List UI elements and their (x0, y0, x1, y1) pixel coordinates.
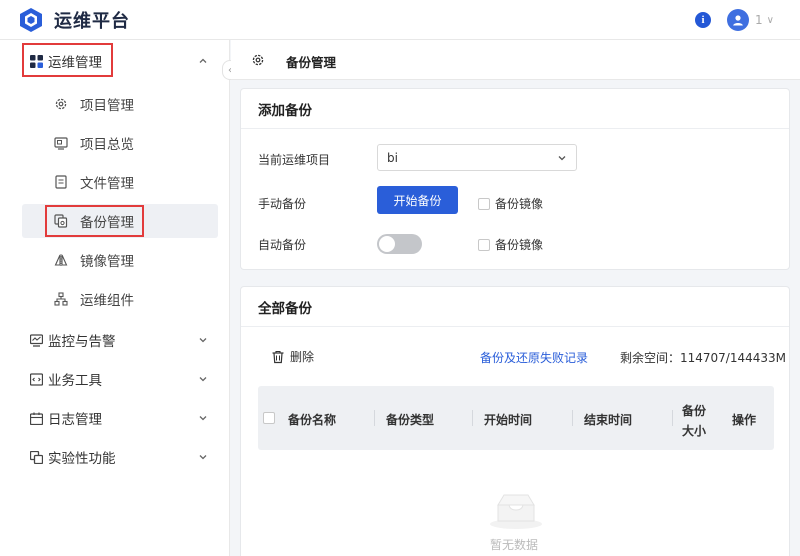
column-header: 备份名称 (287, 413, 336, 427)
chevron-down-icon[interactable] (198, 413, 208, 423)
auto-backup-switch[interactable] (377, 234, 422, 254)
sidebar-item-label: 项目总览 (80, 137, 134, 153)
project-select-value: bi (387, 151, 398, 165)
table-header: 备份名称 备份类型 开始时间 结束时间 备份大小 操作 (258, 386, 774, 450)
menu-group-label: 实验性功能 (48, 451, 116, 467)
sidebar-item-label: 文件管理 (80, 176, 134, 192)
column-header: 备份大小 (681, 404, 706, 438)
add-backup-card: 添加备份 当前运维项目 bi 手动备份 开始备份 备份镜像 自动备份 备份镜像 (240, 88, 790, 270)
layers-icon (30, 450, 43, 464)
empty-state-text: 暂无数据 (490, 538, 539, 552)
select-all-checkbox[interactable] (263, 412, 275, 424)
sidebar-item-project-management[interactable]: 项目管理 (22, 87, 218, 121)
chevron-down-icon[interactable] (198, 335, 208, 345)
user-icon (733, 15, 743, 26)
checkbox[interactable] (478, 197, 490, 210)
manual-backup-label: 手动备份 (258, 197, 307, 211)
switch-knob (379, 236, 395, 252)
sidebar-item-label: 镜像管理 (80, 254, 134, 270)
user-menu-chevron-icon[interactable]: ∨ (767, 15, 774, 26)
empty-box-icon (490, 494, 542, 529)
gear-icon (55, 98, 67, 110)
chevron-down-icon (558, 156, 566, 161)
project-select[interactable]: bi (377, 144, 577, 171)
column-header: 备份类型 (385, 413, 434, 427)
card-title: 添加备份 (241, 89, 789, 129)
menu-group-log-management[interactable]: 日志管理 (0, 399, 230, 437)
chevron-down-icon[interactable] (198, 452, 208, 462)
sidebar-item-file-management[interactable]: 文件管理 (22, 165, 218, 199)
hierarchy-icon (54, 292, 68, 306)
highlight-box (45, 205, 144, 237)
chevron-down-icon[interactable] (198, 374, 208, 384)
remaining-space: 剩余空间：114707/144433M (620, 351, 787, 365)
sidebar-item-mirror-management[interactable]: 镜像管理 (22, 243, 218, 277)
calendar-icon (30, 412, 43, 425)
start-backup-button[interactable]: 开始备份 (377, 186, 458, 214)
info-icon[interactable]: i (695, 12, 712, 28)
menu-group-label: 监控与告警 (48, 334, 116, 350)
checkbox[interactable] (478, 238, 490, 251)
menu-group-label: 日志管理 (48, 412, 102, 428)
monitor-icon (30, 333, 43, 347)
menu-group-experimental[interactable]: 实验性功能 (0, 438, 230, 476)
all-backups-card: 全部备份 删除 备份及还原失败记录 剩余空间：114707/144433M 备份… (240, 286, 790, 556)
backup-image-checkbox-manual[interactable]: 备份镜像 (478, 195, 543, 212)
checkbox-label: 备份镜像 (495, 238, 544, 252)
delete-label: 删除 (290, 350, 315, 364)
user-name[interactable]: 1 (755, 13, 763, 27)
top-bar: 运维平台 i 1 ∨ (0, 0, 800, 40)
highlight-box (22, 43, 113, 77)
menu-group-monitoring-alerts[interactable]: 监控与告警 (0, 321, 230, 359)
column-header: 开始时间 (483, 413, 532, 427)
gear-icon (252, 54, 264, 66)
failure-records-link[interactable]: 备份及还原失败记录 (480, 349, 588, 366)
backup-image-checkbox-auto[interactable]: 备份镜像 (478, 236, 543, 253)
code-window-icon (30, 372, 43, 386)
user-avatar[interactable] (727, 9, 750, 31)
auto-backup-label: 自动备份 (258, 238, 307, 252)
page-title: 备份管理 (286, 55, 337, 70)
trash-icon (272, 350, 284, 363)
card-title: 全部备份 (241, 287, 789, 327)
sidebar-item-label: 运维组件 (80, 293, 134, 309)
column-header: 操作 (731, 413, 756, 427)
mirror-icon (54, 254, 68, 266)
project-label: 当前运维项目 (258, 153, 331, 167)
content-header: 备份管理 (231, 40, 800, 80)
sidebar-item-project-overview[interactable]: 项目总览 (22, 126, 218, 160)
sidebar: 运维管理 项目管理 项目总览 文件管理 备份管理 镜像管理 运维组件 监控与告警… (0, 40, 230, 556)
delete-button[interactable]: 删除 (271, 348, 314, 365)
chevron-up-icon[interactable] (198, 56, 208, 66)
platform-logo-icon (20, 7, 42, 32)
column-header: 结束时间 (583, 413, 632, 427)
sidebar-item-ops-components[interactable]: 运维组件 (22, 282, 218, 316)
sidebar-item-label: 项目管理 (80, 98, 134, 114)
menu-group-business-tools[interactable]: 业务工具 (0, 360, 230, 398)
overview-icon (54, 137, 68, 150)
checkbox-label: 备份镜像 (495, 197, 544, 211)
menu-group-label: 业务工具 (48, 373, 102, 389)
app-title: 运维平台 (54, 10, 130, 32)
document-icon (55, 175, 67, 189)
